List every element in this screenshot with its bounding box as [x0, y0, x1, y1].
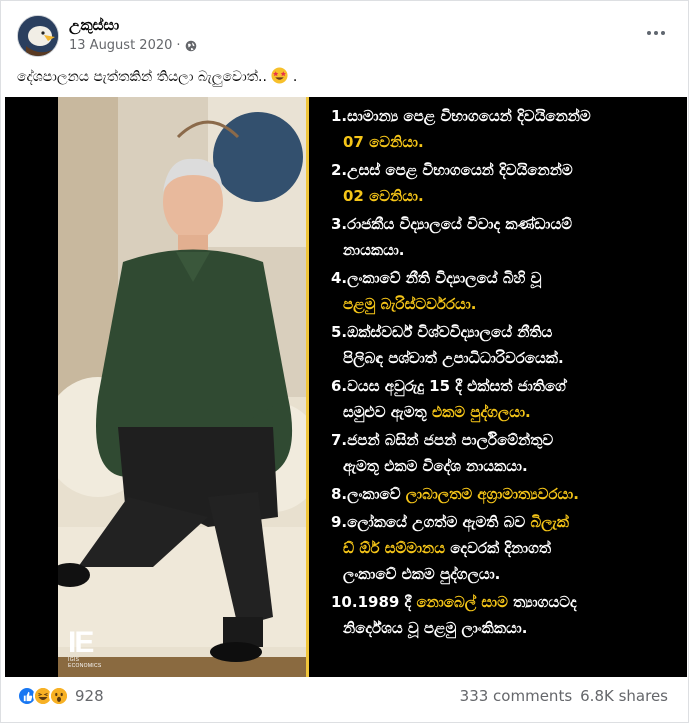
eagle-icon [18, 16, 58, 56]
dot-icon [661, 31, 665, 35]
line-text: 1.සාමාන්‍ය පෙළ විභාගයෙන් දිවයිනෙන්ම [331, 107, 591, 125]
reactions-summary[interactable]: 928 [17, 686, 104, 706]
accent-divider [306, 97, 309, 677]
more-options-button[interactable] [644, 23, 668, 43]
author-name[interactable]: උකුස්සා [69, 16, 119, 34]
achievement-line: ඇමතූ එකම විදේශ නායකයා. [331, 453, 681, 479]
portrait-photo [58, 97, 306, 677]
line-text: 4.ලංකාවේ නීති විද්‍යාලයේ බිහි වූ [331, 269, 542, 287]
brand-logo: IE IGIS ECONOMICS [68, 626, 112, 670]
line-text: 6.වයස අවුරුදු 15 දී එක්සත් ජාතිගේ [331, 377, 566, 395]
highlight-text: 02 වෙනියා. [343, 187, 424, 205]
caption-end: . [292, 69, 298, 85]
line-text: 2.උසස් පෙළ විභාගයෙන් දිවයිනෙන්ම [331, 161, 573, 179]
post-image[interactable]: IE IGIS ECONOMICS 1.සාමාන්‍ය පෙළ විභාගයෙ… [5, 97, 687, 677]
highlight-text: බිලැක් [530, 513, 569, 531]
achievement-line: 8.ලංකාවේ ලාබාලතම අග්‍රාමාත්‍යවරයා. [331, 481, 681, 507]
portrait-illustration [58, 97, 306, 677]
achievement-item: 4.ලංකාවේ නීති විද්‍යාලයේ බිහි වූ පළමු බැර… [331, 265, 681, 317]
author-avatar[interactable] [17, 15, 59, 57]
achievement-item: 9.ලෝකයේ උගත්ම ඇමති බව බිලැක් ඩ් ඕර් සම්මා… [331, 509, 681, 587]
achievement-line: නායකයා. [331, 237, 681, 263]
post-meta: 13 August 2020 · [69, 38, 197, 53]
achievement-line: 02 වෙනියා. [331, 183, 681, 209]
achievement-item: 6.වයස අවුරුදු 15 දී එක්සත් ජාතිගේ සමුළුව … [331, 373, 681, 425]
line-text: 10.1989 දී [331, 593, 417, 611]
line-text: ත්‍යාගයටද [507, 593, 577, 611]
achievement-item: 3.රාජකීය විද්‍යාලයේ විවාද කණ්ඩායම් නායකයා… [331, 211, 681, 263]
dot-icon [654, 31, 658, 35]
highlight-text: ලාබාලතම අග්‍රාමාත්‍යවරයා. [405, 485, 579, 503]
post-date[interactable]: 13 August 2020 [69, 38, 172, 53]
achievement-line: නිර්දේශය වූ පළමු ලාංකිකයා. [331, 615, 681, 641]
post-caption: දේශපාලනය පැත්තකින් තියලා බැලුවොත්.. . [17, 67, 297, 85]
highlight-text: 07 වෙනියා. [343, 133, 424, 151]
highlight-text: එකම පුද්ගලයා. [431, 403, 531, 421]
achievement-item: 5.ඔක්ස්වර්ඩ් විශ්වවිද්‍යාලයේ නීතිය පිලිබඳ… [331, 319, 681, 371]
achievement-line: 4.ලංකාවේ නීති විද්‍යාලයේ බිහි වූ [331, 265, 681, 291]
achievement-line: ඩ් ඕර් සම්මානය දෙවරක් දිනාගත් [331, 535, 681, 561]
shares-count-link[interactable]: 6.8K shares [580, 687, 668, 705]
line-text: ඇමතූ එකම විදේශ නායකයා. [343, 457, 528, 475]
line-text: 7.ජපන් බසින් ජපන් පාර්ලිමේන්තුව [331, 431, 554, 449]
line-text: 9.ලෝකයේ උගත්ම ඇමති බව [331, 513, 531, 531]
engagement-stats: 333 comments 6.8K shares [460, 687, 668, 705]
achievement-line: 7.ජපන් බසින් ජපන් පාර්ලිමේන්තුව [331, 427, 681, 453]
achievement-item: 7.ජපන් බසින් ජපන් පාර්ලිමේන්තුව ඇමතූ එකම … [331, 427, 681, 479]
line-text: නිර්දේශය වූ පළමු ලාංකිකයා. [343, 619, 528, 637]
achievement-line: 9.ලෝකයේ උගත්ම ඇමති බව බිලැක් [331, 509, 681, 535]
reaction-count: 928 [75, 687, 104, 705]
post-footer: 928 333 comments 6.8K shares [1, 677, 688, 723]
line-text: පිලිබඳ පශ්චාත් උපාධිධාරිවරයෙක්. [343, 349, 564, 367]
highlight-text: නොබෙල් සාම [416, 593, 508, 611]
achievement-list: 1.සාමාන්‍ය පෙළ විභාගයෙන් දිවයිනෙන්ම 07 වෙ… [331, 103, 681, 641]
achievement-line: 6.වයස අවුරුදු 15 දී එක්සත් ජාතිගේ [331, 373, 681, 399]
line-text: 3.රාජකීය විද්‍යාලයේ විවාද කණ්ඩායම් [331, 215, 573, 233]
achievement-line: ලංකාවේ එකම පුද්ගලයා. [331, 561, 681, 587]
post-card: උකුස්සා 13 August 2020 · දේශපාලනය පැත්තක… [0, 0, 689, 723]
achievement-line: පිලිබඳ පශ්චාත් උපාධිධාරිවරයෙක්. [331, 345, 681, 371]
achievement-line: 1.සාමාන්‍ය පෙළ විභාගයෙන් දිවයිනෙන්ම [331, 103, 681, 129]
achievement-item: 10.1989 දී නොබෙල් සාම ත්‍යාගයටද නිර්දේශය … [331, 589, 681, 641]
highlight-text: ඩ් ඕර් සම්මානය [343, 539, 445, 557]
achievement-item: 1.සාමාන්‍ය පෙළ විභාගයෙන් දිවයිනෙන්ම 07 වෙ… [331, 103, 681, 155]
achievement-line: 5.ඔක්ස්වර්ඩ් විශ්වවිද්‍යාලයේ නීතිය [331, 319, 681, 345]
achievement-item: 2.උසස් පෙළ විභාගයෙන් දිවයිනෙන්ම 02 වෙනියා… [331, 157, 681, 209]
line-text: 5.ඔක්ස්වර්ඩ් විශ්වවිද්‍යාලයේ නීතිය [331, 323, 553, 341]
highlight-text: පළමු බැරිස්ටර්වරයා. [343, 295, 477, 313]
achievement-line: පළමු බැරිස්ටර්වරයා. [331, 291, 681, 317]
line-text: නායකයා. [343, 241, 405, 259]
line-text: 8.ලංකාවේ [331, 485, 406, 503]
achievement-line: 07 වෙනියා. [331, 129, 681, 155]
comments-count-link[interactable]: 333 comments [460, 687, 572, 705]
line-text: ලංකාවේ එකම පුද්ගලයා. [343, 565, 501, 583]
line-text: දෙවරක් දිනාගත් [445, 539, 552, 557]
line-text: සමුළුව ඇමතූ [343, 403, 432, 421]
logo-text: IE [68, 626, 94, 659]
meta-separator: · [176, 38, 181, 53]
achievement-line: 10.1989 දී නොබෙල් සාම ත්‍යාගයටද [331, 589, 681, 615]
achievement-line: 2.උසස් පෙළ විභාගයෙන් දිවයිනෙන්ම [331, 157, 681, 183]
star-struck-emoji-icon [271, 67, 288, 84]
globe-icon[interactable] [185, 40, 197, 52]
caption-text: දේශපාලනය පැත්තකින් තියලා බැලුවොත්.. [17, 69, 272, 85]
achievement-line: සමුළුව ඇමතූ එකම පුද්ගලයා. [331, 399, 681, 425]
wow-icon [49, 686, 69, 706]
achievement-line: 3.රාජකීය විද්‍යාලයේ විවාද කණ්ඩායම් [331, 211, 681, 237]
dot-icon [647, 31, 651, 35]
achievement-item: 8.ලංකාවේ ලාබාලතම අග්‍රාමාත්‍යවරයා. [331, 481, 681, 507]
post-header: උකුස්සා 13 August 2020 · [1, 1, 688, 67]
